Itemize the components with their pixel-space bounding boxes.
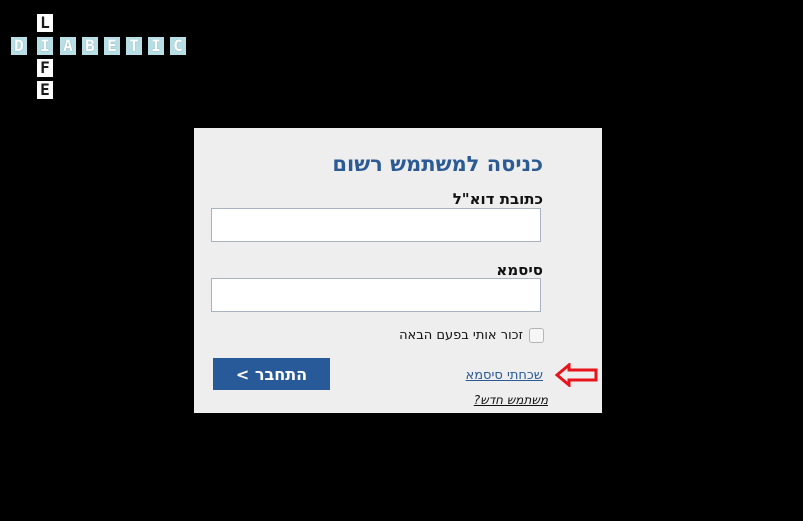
logo-tile: B [82, 37, 98, 55]
email-field[interactable] [211, 208, 541, 242]
diabetic-life-logo: L I F E D A B E T I C [0, 0, 200, 110]
login-title: כניסה למשתמש רשום [332, 152, 543, 176]
logo-tile: D [11, 37, 27, 55]
logo-tile: E [104, 37, 120, 55]
login-panel: כניסה למשתמש רשום כתובת דוא"ל סיסמא זכור… [194, 128, 602, 413]
red-arrow-icon [555, 363, 598, 387]
password-label: סיסמא [496, 261, 543, 279]
logo-tile: I [148, 37, 164, 55]
login-button[interactable]: התחבר > [213, 358, 330, 390]
forgot-password-link[interactable]: שכחתי סיסמא [466, 368, 543, 383]
email-label: כתובת דוא"ל [452, 190, 543, 208]
logo-tile: C [170, 37, 186, 55]
logo-tile: A [60, 37, 76, 55]
remember-me[interactable]: זכור אותי בפעם הבאה [399, 328, 544, 343]
logo-tile: L [37, 14, 53, 32]
logo-tile: I [37, 37, 53, 55]
logo-tile: E [37, 81, 53, 99]
logo-tile: T [126, 37, 142, 55]
password-field[interactable] [211, 278, 541, 312]
new-user-link[interactable]: משתמש חדש? [474, 393, 548, 407]
logo-tile: F [37, 59, 53, 77]
remember-me-label: זכור אותי בפעם הבאה [399, 328, 523, 343]
remember-me-checkbox[interactable] [529, 328, 544, 343]
